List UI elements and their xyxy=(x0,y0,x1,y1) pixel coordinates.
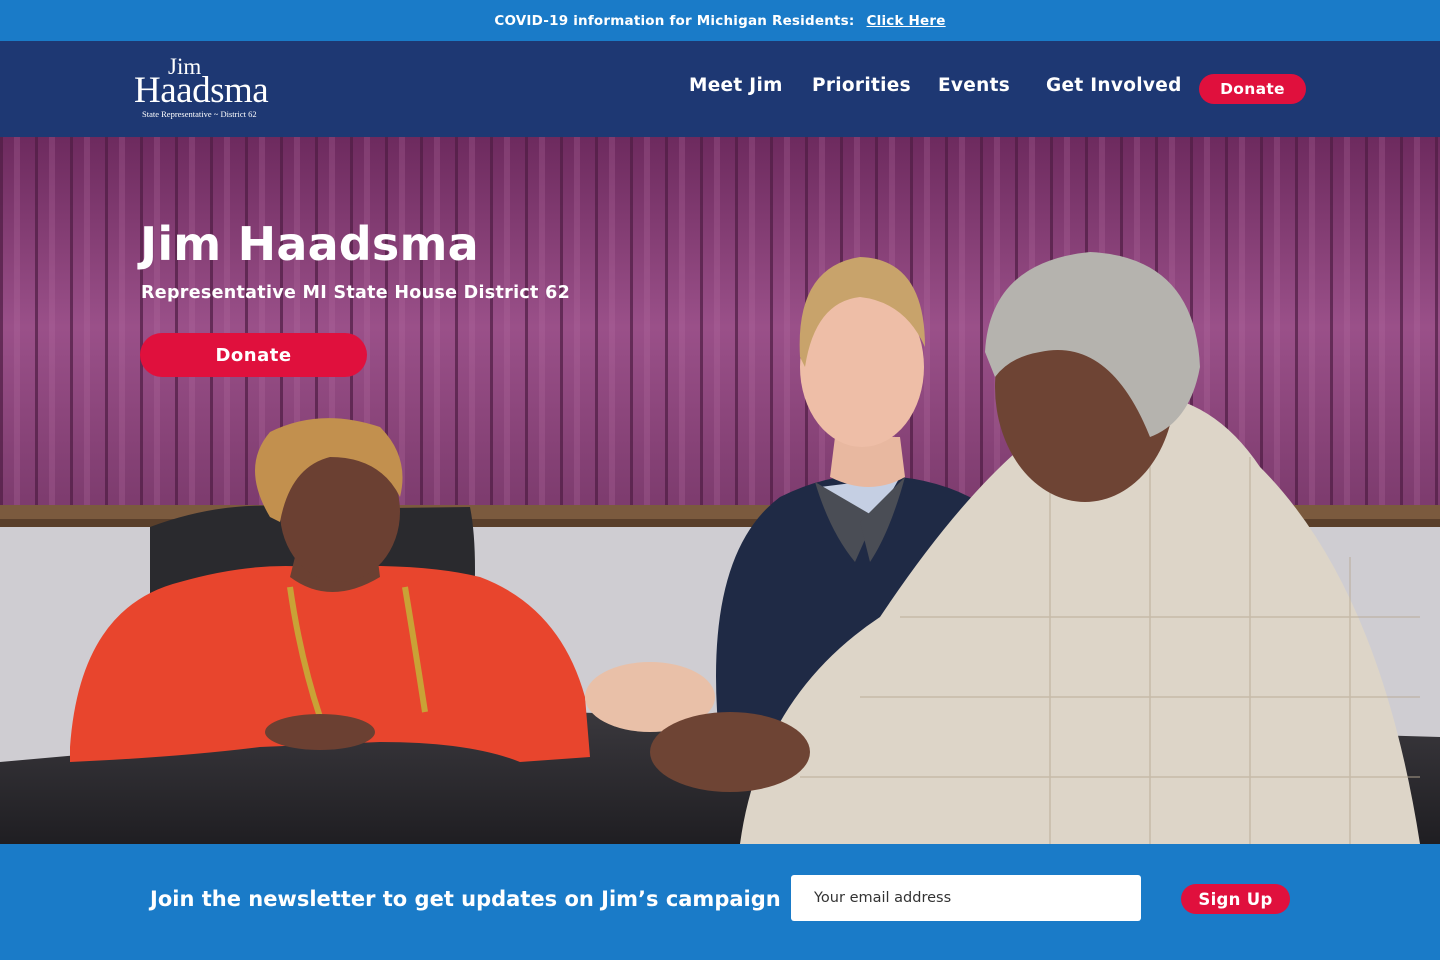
hero-subtitle: Representative MI State House District 6… xyxy=(141,283,571,303)
nav-get-involved[interactable]: Get Involved xyxy=(1046,75,1182,96)
header-donate-button[interactable]: Donate xyxy=(1199,74,1306,104)
covid-alert-text: COVID-19 information for Michigan Reside… xyxy=(494,12,855,29)
sign-up-button[interactable]: Sign Up xyxy=(1181,884,1290,914)
logo-last-name: Haadsma xyxy=(134,70,269,111)
hero-title: Jim Haadsma xyxy=(140,217,479,271)
covid-alert-bar: COVID-19 information for Michigan Reside… xyxy=(0,0,1440,41)
site-header: Jim Haadsma State Representative ~ Distr… xyxy=(0,41,1440,137)
newsletter-text: Join the newsletter to get updates on Ji… xyxy=(150,887,781,911)
covid-info-link[interactable]: Click Here xyxy=(867,13,946,29)
nav-events[interactable]: Events xyxy=(938,75,1010,96)
email-input[interactable] xyxy=(791,875,1141,921)
site-logo[interactable]: Jim Haadsma State Representative ~ Distr… xyxy=(134,55,294,127)
nav-priorities[interactable]: Priorities xyxy=(812,75,911,96)
logo-subtitle: State Representative ~ District 62 xyxy=(142,109,257,119)
hero-donate-button[interactable]: Donate xyxy=(140,333,367,377)
nav-meet-jim[interactable]: Meet Jim xyxy=(689,75,783,96)
hero-section: Jim Haadsma Representative MI State Hous… xyxy=(0,137,1440,844)
newsletter-section: Join the newsletter to get updates on Ji… xyxy=(0,844,1440,960)
